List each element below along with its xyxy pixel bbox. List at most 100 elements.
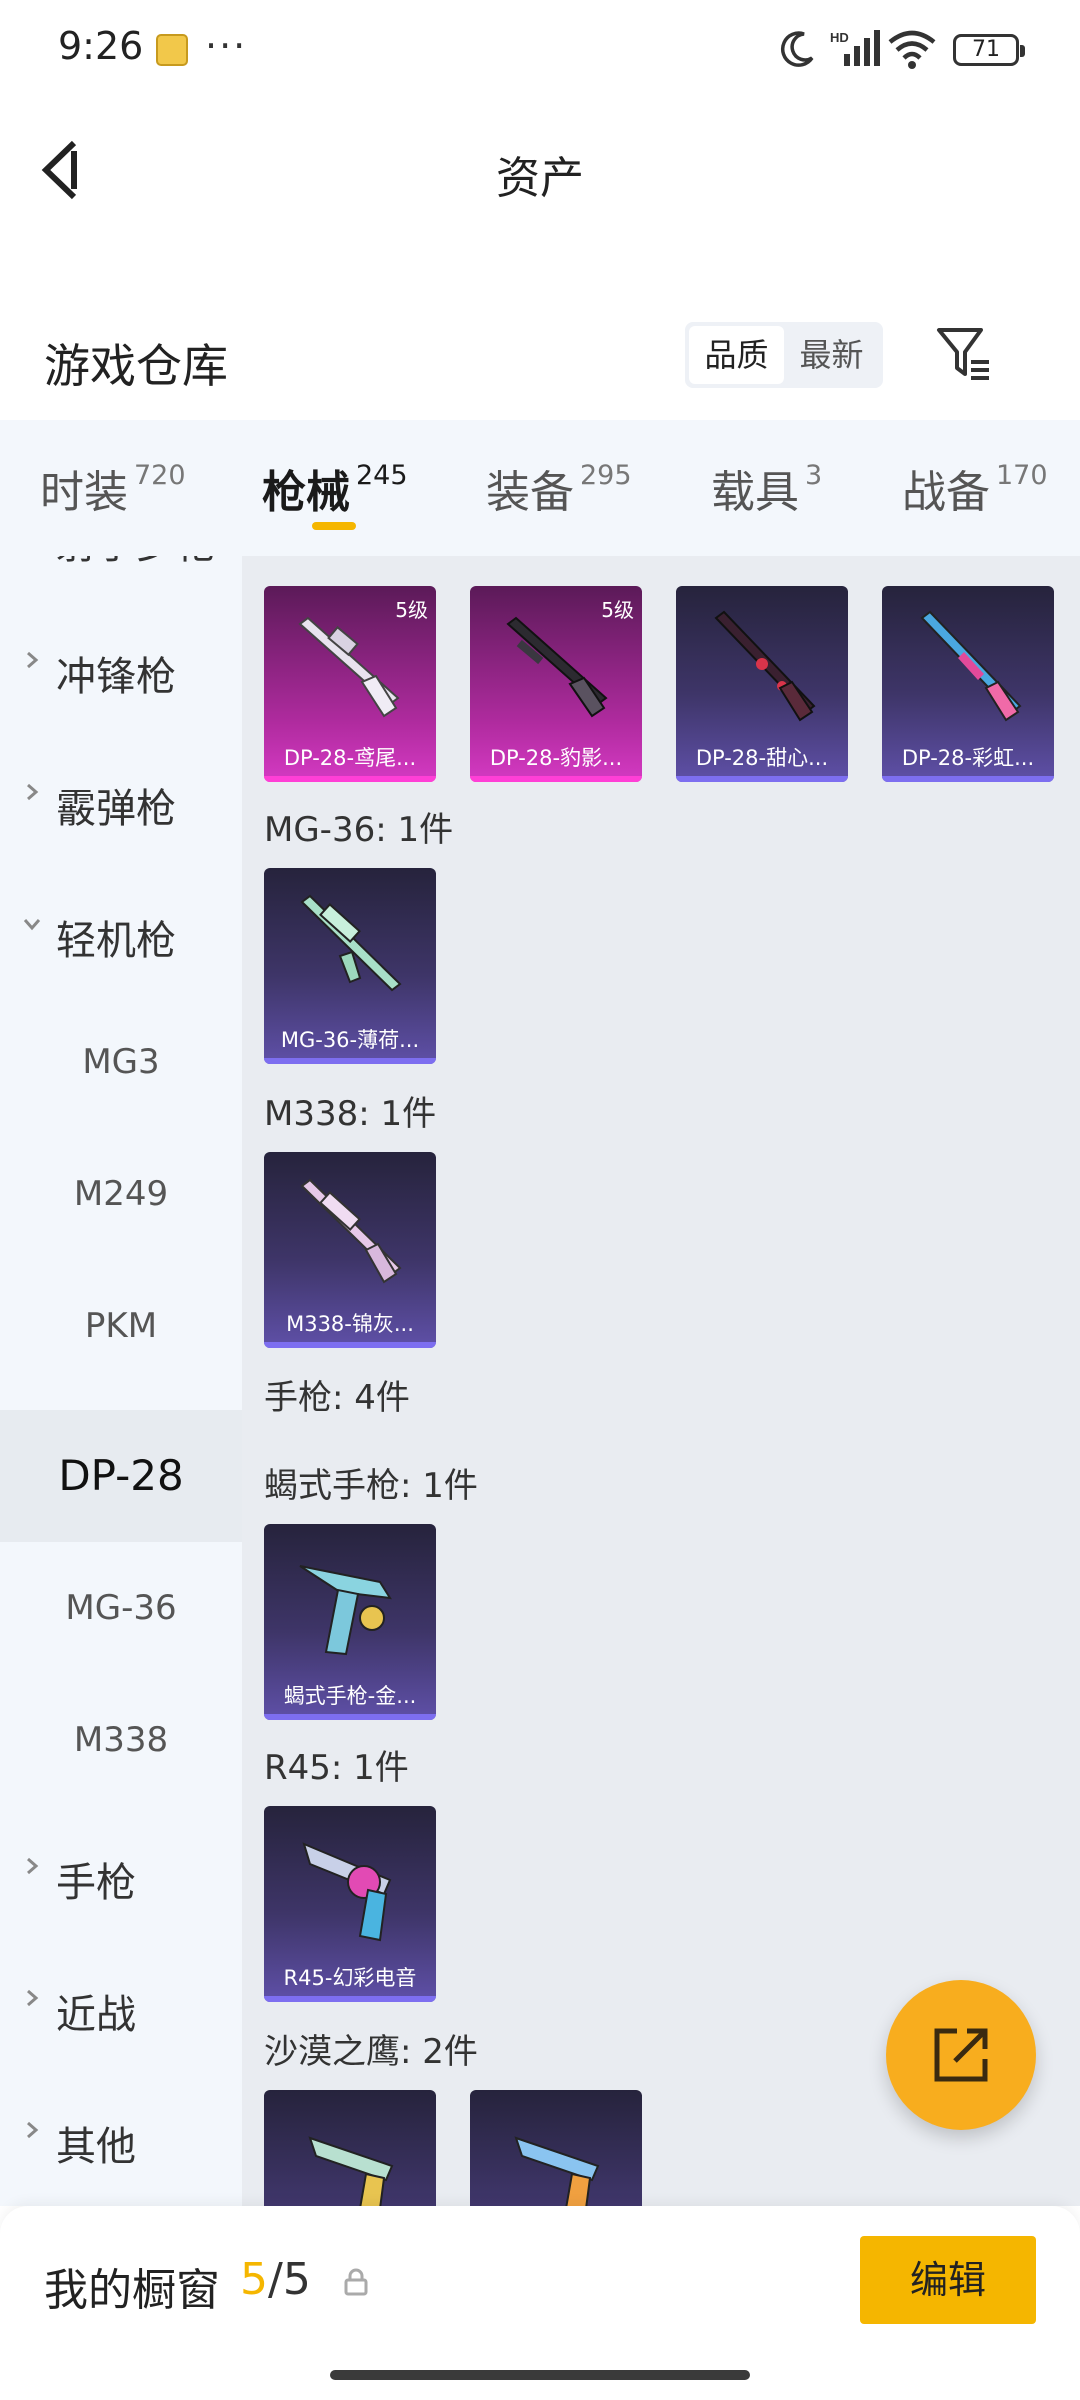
sidebar-item-label: 霰弹枪 (56, 786, 176, 832)
sort-quality-button[interactable]: 品质 (689, 326, 784, 384)
status-bar: 9:26 ··· HD 71 (0, 0, 1080, 100)
tab-count: 720 (134, 460, 186, 491)
group-title-desert-eagle: 沙漠之鹰: 2件 (264, 2032, 478, 2072)
skin-card-name: M338-锦灰... (286, 1312, 414, 1336)
sidebar-item-shotgun[interactable]: 霰弹枪 (0, 732, 242, 864)
gun-image-icon (514, 2136, 600, 2206)
gun-image-icon (506, 616, 608, 718)
skin-card-name: 蝎式手枪-金... (283, 1684, 417, 1708)
sidebar-item-other[interactable]: 其他 (0, 2070, 242, 2202)
active-tab-indicator (312, 522, 356, 530)
chevron-right-icon (27, 2121, 39, 2139)
sidebar-item-marksman-rifle[interactable]: 射手步枪 (0, 556, 242, 600)
showcase-count: 5/5 (240, 2254, 311, 2305)
warehouse-title: 游戏仓库 (44, 339, 228, 393)
sidebar-item-label: 射手步枪 (56, 556, 216, 570)
tab-fashion[interactable]: 时装 720 (40, 456, 186, 520)
skin-card-name: DP-28-鸢尾... (283, 746, 417, 770)
skin-card[interactable]: DP-28-甜心... (676, 586, 848, 782)
skin-card[interactable]: 5级 DP-28-鸢尾... (264, 586, 436, 782)
skin-card[interactable]: M338-锦灰... (264, 1152, 436, 1348)
skin-card[interactable] (264, 2090, 436, 2206)
sidebar-subitem-dp28[interactable]: DP-28 (0, 1410, 242, 1542)
group-title-r45: R45: 1件 (264, 1748, 409, 1788)
skin-card[interactable]: 蝎式手枪-金... (264, 1524, 436, 1720)
skin-card-name: DP-28-甜心... (695, 746, 829, 770)
sidebar-item-pistol[interactable]: 手枪 (0, 1806, 242, 1938)
hd-label: HD (830, 30, 849, 45)
filter-icon[interactable] (935, 324, 995, 384)
wifi-icon (888, 30, 936, 69)
tab-equipment[interactable]: 装备 295 (486, 456, 632, 520)
page-title: 资产 (496, 153, 584, 204)
home-indicator[interactable] (330, 2370, 750, 2380)
warehouse-header: 游戏仓库 品质 最新 (0, 300, 1080, 420)
tier-bar (882, 776, 1054, 782)
sort-newest-button[interactable]: 最新 (784, 326, 879, 384)
skin-card[interactable]: R45-幻彩电音 (264, 1806, 436, 2002)
gun-image-icon (299, 1565, 392, 1656)
gun-image-icon (920, 610, 1022, 722)
tab-label: 时装 (40, 467, 128, 518)
tab-label: 战备 (902, 467, 990, 518)
edit-button[interactable]: 编辑 (860, 2236, 1036, 2324)
sidebar-item-smg[interactable]: 冲锋枪 (0, 600, 242, 732)
sidebar-subitem-label: M249 (73, 1174, 169, 1214)
group-title-mg36: MG-36: 1件 (264, 810, 454, 850)
skin-card-name: MG-36-薄荷... (280, 1028, 420, 1052)
sidebar-item-melee[interactable]: 近战 (0, 1938, 242, 2070)
skin-card[interactable]: 5级 DP-28-豹影... (470, 586, 642, 782)
chevron-right-icon (27, 651, 39, 669)
page: 9:26 ··· HD 71 资产 游戏仓库 品质 最新 时装 720 枪械 2… (0, 0, 1080, 2400)
chevron-right-icon (27, 1857, 39, 1875)
gun-image-icon (300, 1178, 402, 1284)
chevron-right-icon (27, 783, 39, 801)
moon-icon (781, 31, 814, 67)
sidebar-subitem-mg36[interactable]: MG-36 (0, 1542, 242, 1674)
sidebar-subitem-label: DP-28 (58, 1451, 184, 1500)
tier-bar (264, 1996, 436, 2002)
status-time: 9:26 (58, 24, 144, 68)
sidebar-subitem-mg3[interactable]: MG3 (0, 996, 242, 1128)
showcase-bar: 我的橱窗 5/5 编辑 (0, 2206, 1080, 2400)
sidebar-item-label: 轻机枪 (56, 918, 176, 964)
category-tabs: 时装 720 枪械 245 装备 295 载具 3 战备 170 (0, 420, 1080, 556)
tier-bar (264, 1342, 436, 1348)
lock-icon (344, 2268, 368, 2296)
sidebar-subitem-pkm[interactable]: PKM (0, 1260, 242, 1392)
sidebar-subitem-label: MG-36 (65, 1588, 177, 1628)
group-title-m338: M338: 1件 (264, 1094, 437, 1134)
skin-card[interactable]: DP-28-彩虹... (882, 586, 1054, 782)
group-title-scorpion: 蝎式手枪: 1件 (264, 1466, 478, 1506)
signal-icon: HD (830, 30, 880, 66)
skin-list: 5级 DP-28-鸢尾... 5级 DP-28-豹影... DP-28-甜心..… (242, 556, 1080, 2206)
tab-vehicles[interactable]: 载具 3 (711, 456, 822, 520)
sidebar-subitem-m338[interactable]: M338 (0, 1674, 242, 1806)
tier-bar (264, 776, 436, 782)
tab-count: 170 (996, 460, 1048, 491)
skin-card[interactable]: MG-36-薄荷... (264, 868, 436, 1064)
sidebar-item-lmg[interactable]: 轻机枪 (0, 864, 242, 996)
chevron-down-icon (23, 919, 41, 931)
tab-tactical[interactable]: 战备 170 (902, 456, 1048, 520)
gun-image-icon (298, 616, 400, 718)
skin-card[interactable] (470, 2090, 642, 2206)
more-notifications-icon: ··· (205, 24, 248, 68)
sort-toggle: 品质 最新 (685, 322, 883, 388)
showcase-count-current: 5 (240, 2254, 268, 2305)
sidebar-item-label: 近战 (56, 1992, 136, 2038)
sidebar-subitem-m249[interactable]: M249 (0, 1128, 242, 1260)
sidebar-subitem-label: M338 (73, 1720, 169, 1760)
tier-bar (676, 776, 848, 782)
header: 资产 (0, 100, 1080, 240)
showcase-count-separator: / (268, 2254, 283, 2305)
showcase-title: 我的橱窗 (44, 2265, 220, 2316)
showcase-count-total: 5 (282, 2254, 311, 2305)
tier-bar (264, 1714, 436, 1720)
share-fab-button[interactable] (886, 1980, 1036, 2130)
skin-card-name: DP-28-豹影... (489, 746, 623, 770)
sidebar-item-label: 冲锋枪 (56, 654, 176, 700)
tab-firearms[interactable]: 枪械 245 (262, 456, 408, 520)
sidebar-subitem-label: PKM (84, 1306, 158, 1346)
skin-card-name: R45-幻彩电音 (283, 1966, 417, 1990)
